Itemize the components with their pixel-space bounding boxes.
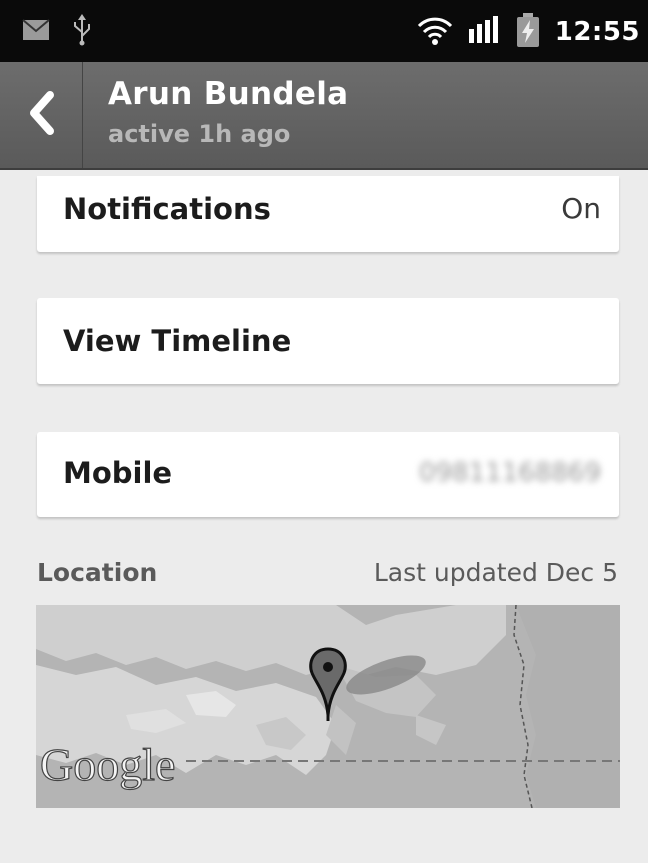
view-timeline-label: View Timeline — [63, 324, 292, 358]
status-bar: 12:55 — [0, 0, 648, 62]
location-label: Location — [37, 558, 158, 587]
view-timeline-row[interactable]: View Timeline — [37, 298, 619, 384]
google-logo: Google — [40, 739, 175, 790]
location-updated: Last updated Dec 5 — [373, 558, 618, 587]
clock-time: 12:55 — [554, 17, 640, 47]
email-icon — [22, 19, 50, 45]
notifications-row[interactable]: Notifications On — [37, 176, 619, 252]
battery-charging-icon — [515, 12, 541, 52]
mobile-number: 09811168869 — [419, 458, 601, 488]
notifications-value: On — [561, 192, 601, 225]
action-bar: Arun Bundela active 1h ago — [0, 62, 648, 170]
mobile-row[interactable]: Mobile 09811168869 — [37, 432, 619, 517]
chevron-left-icon — [26, 91, 56, 139]
usb-icon — [72, 14, 92, 50]
notifications-label: Notifications — [63, 192, 271, 226]
mobile-label: Mobile — [63, 456, 173, 490]
contact-name: Arun Bundela — [108, 76, 349, 112]
back-button[interactable] — [0, 62, 83, 168]
contact-status: active 1h ago — [108, 120, 291, 148]
signal-icon — [467, 15, 501, 49]
location-map[interactable]: Google — [36, 605, 620, 808]
wifi-icon — [417, 14, 453, 50]
